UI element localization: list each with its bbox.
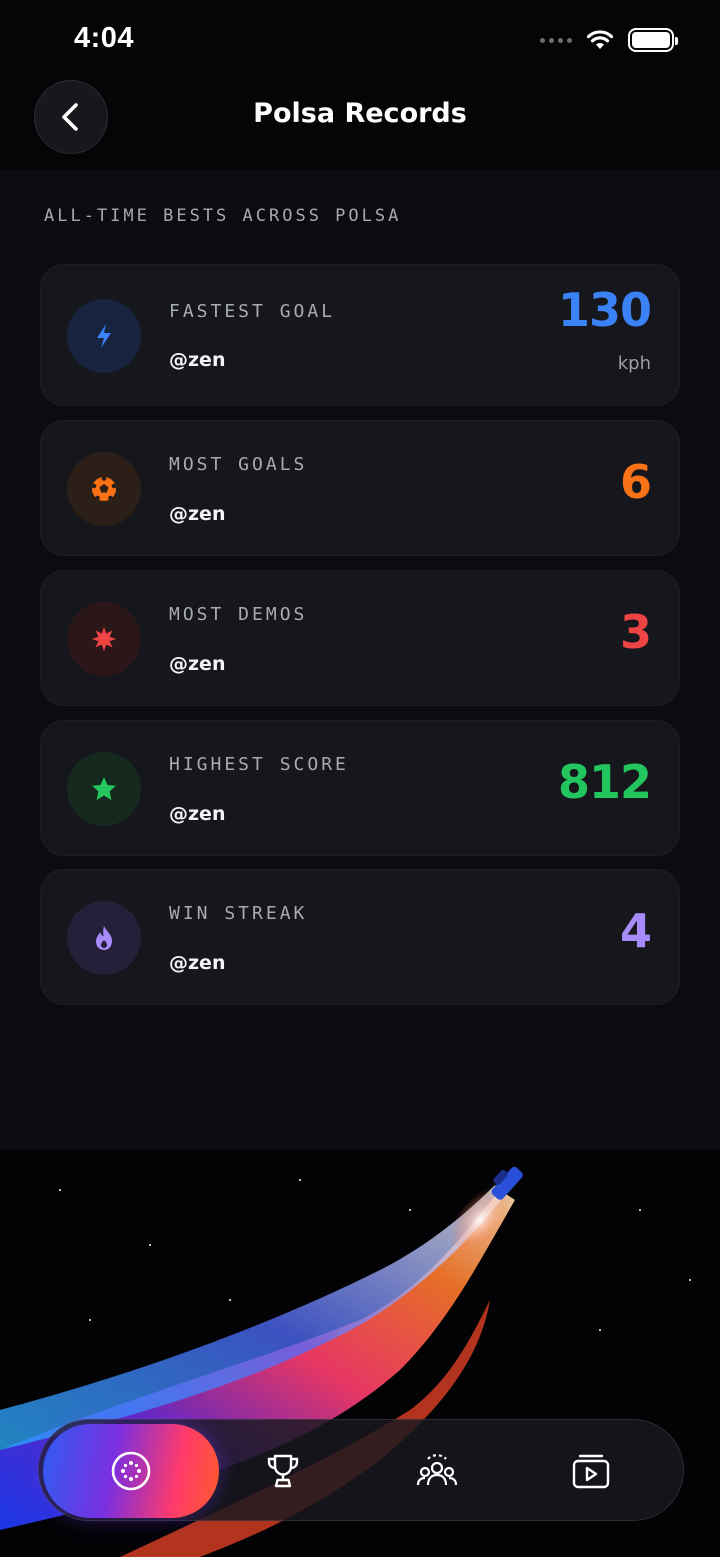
status-icons xyxy=(540,28,678,52)
record-card-fastest-goal[interactable]: FASTEST GOAL @zen 130 kph xyxy=(40,264,680,406)
star-icon xyxy=(92,777,116,800)
battery-icon xyxy=(628,28,678,52)
record-icon-badge xyxy=(67,452,141,526)
record-label: MOST GOALS xyxy=(169,454,308,475)
replay-icon xyxy=(572,1454,610,1489)
flame-icon xyxy=(96,926,112,950)
lightning-icon xyxy=(97,324,111,348)
record-user: @zen xyxy=(169,803,226,825)
record-value: 6 xyxy=(619,455,652,509)
record-label: WIN STREAK xyxy=(169,903,308,924)
tab-replay[interactable] xyxy=(551,1420,631,1522)
record-value: 812 xyxy=(557,755,652,809)
record-card-most-goals[interactable]: MOST GOALS @zen 6 xyxy=(40,420,680,556)
tab-community[interactable] xyxy=(397,1420,477,1522)
record-value: 3 xyxy=(619,605,652,659)
record-label: HIGHEST SCORE xyxy=(169,754,349,775)
record-card-highest-score[interactable]: HIGHEST SCORE @zen 812 xyxy=(40,720,680,856)
status-time: 4:04 xyxy=(74,22,135,54)
page-title: Polsa Records xyxy=(253,98,467,129)
record-card-most-demos[interactable]: MOST DEMOS @zen 3 xyxy=(40,570,680,706)
record-label: MOST DEMOS xyxy=(169,604,308,625)
cellular-icon xyxy=(540,37,572,43)
top-bar: 4:04 Polsa Records xyxy=(0,0,720,170)
tab-bar xyxy=(38,1419,684,1521)
record-card-win-streak[interactable]: WIN STREAK @zen 4 xyxy=(40,869,680,1005)
record-icon-badge xyxy=(67,752,141,826)
explosion-icon xyxy=(92,627,116,651)
record-user: @zen xyxy=(169,349,226,371)
trophy-icon xyxy=(267,1454,299,1488)
record-label: FASTEST GOAL xyxy=(169,301,336,322)
section-label: ALL-TIME BESTS ACROSS POLSA xyxy=(44,206,402,226)
community-icon xyxy=(416,1454,458,1486)
record-icon-badge xyxy=(67,602,141,676)
record-icon-badge xyxy=(67,299,141,373)
tab-trophy[interactable] xyxy=(243,1420,323,1522)
record-user: @zen xyxy=(169,952,226,974)
record-value: 4 xyxy=(619,904,652,958)
tab-ball[interactable] xyxy=(43,1424,219,1518)
record-icon-badge xyxy=(67,901,141,975)
soccer-ball-icon xyxy=(91,476,117,501)
wifi-icon xyxy=(586,30,614,49)
record-user: @zen xyxy=(169,503,226,525)
record-unit: kph xyxy=(617,353,651,374)
record-value: 130 xyxy=(557,283,652,337)
ball-icon xyxy=(111,1451,151,1491)
record-user: @zen xyxy=(169,653,226,675)
